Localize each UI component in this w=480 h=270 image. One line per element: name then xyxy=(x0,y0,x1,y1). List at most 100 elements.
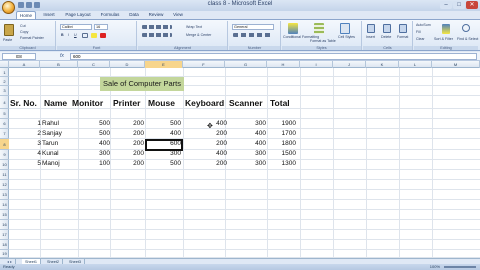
tab-formulas[interactable]: Formulas xyxy=(98,11,122,19)
row-header-12[interactable]: 12 xyxy=(0,180,9,190)
row-header-5[interactable]: 5 xyxy=(0,109,9,119)
column-header-g[interactable]: G xyxy=(225,61,267,68)
cell-name-5[interactable]: Manoj xyxy=(42,160,60,167)
bold-icon[interactable]: B xyxy=(61,33,64,37)
cell-monitor-3[interactable]: 400 xyxy=(80,140,110,147)
insert-cells-icon[interactable] xyxy=(367,24,375,33)
underline-icon[interactable]: U xyxy=(74,33,77,37)
cell-monitor-1[interactable]: 500 xyxy=(80,120,110,127)
office-button[interactable] xyxy=(2,1,15,14)
row-header-14[interactable]: 14 xyxy=(0,200,9,210)
cell-mouse-2[interactable]: 400 xyxy=(151,130,181,137)
borders-icon[interactable] xyxy=(82,33,88,38)
cell-mouse-1[interactable]: 500 xyxy=(151,120,181,127)
cell-keyboard-5[interactable]: 200 xyxy=(197,160,227,167)
row-header-19[interactable]: 19 xyxy=(0,250,9,258)
sort-filter-button[interactable]: Sort & Filter xyxy=(434,37,453,41)
header-scanner[interactable]: Scanner xyxy=(229,98,263,108)
column-header-a[interactable]: A xyxy=(9,61,40,68)
cell-sr-1[interactable]: 1 xyxy=(11,120,41,127)
font-color-icon[interactable] xyxy=(100,33,106,38)
cell-sr-3[interactable]: 3 xyxy=(11,140,41,147)
font-size-combo[interactable]: 16 xyxy=(94,24,108,30)
cell-total-3[interactable]: 1800 xyxy=(266,140,296,147)
column-header-j[interactable]: J xyxy=(333,61,366,68)
cell-monitor-4[interactable]: 300 xyxy=(80,150,110,157)
row-header-6[interactable]: 6 xyxy=(0,119,9,129)
column-header-b[interactable]: B xyxy=(40,61,78,68)
row-header-2[interactable]: 2 xyxy=(0,77,9,86)
cell-scanner-4[interactable]: 300 xyxy=(236,150,266,157)
tab-data[interactable]: Data xyxy=(126,11,142,19)
column-header-h[interactable]: H xyxy=(267,61,300,68)
header-name[interactable]: Name xyxy=(44,98,67,108)
row-header-18[interactable]: 18 xyxy=(0,240,9,250)
cell-scanner-2[interactable]: 400 xyxy=(236,130,266,137)
cell-printer-4[interactable]: 200 xyxy=(114,150,144,157)
paste-icon[interactable] xyxy=(4,24,14,36)
row-header-1[interactable]: 1 xyxy=(0,68,9,77)
column-header-d[interactable]: D xyxy=(110,61,145,68)
number-format-combo[interactable]: General xyxy=(232,24,274,30)
delete-cells-icon[interactable] xyxy=(383,24,391,33)
row-header-11[interactable]: 11 xyxy=(0,170,9,180)
tab-home[interactable]: Home xyxy=(16,11,36,19)
font-name-combo[interactable]: Calibri xyxy=(60,24,92,30)
format-cells-icon[interactable] xyxy=(399,24,407,33)
row-header-16[interactable]: 16 xyxy=(0,220,9,230)
row-header-3[interactable]: 3 xyxy=(0,86,9,96)
cell-printer-2[interactable]: 200 xyxy=(114,130,144,137)
minimize-button[interactable]: – xyxy=(440,1,452,9)
active-cell-e8[interactable] xyxy=(145,139,183,151)
cell-mouse-4[interactable]: 300 xyxy=(151,150,181,157)
header-total[interactable]: Total xyxy=(270,98,290,108)
header-mouse[interactable]: Mouse xyxy=(148,98,175,108)
row-header-8[interactable]: 8 xyxy=(0,139,9,150)
row-header-13[interactable]: 13 xyxy=(0,190,9,200)
zoom-slider[interactable] xyxy=(444,266,476,268)
paste-label[interactable]: Paste xyxy=(3,38,12,42)
cell-styles-icon[interactable] xyxy=(340,23,350,34)
row-header-4[interactable]: 4 xyxy=(0,96,9,109)
format-painter-button[interactable]: Format Painter xyxy=(20,36,44,40)
cell-monitor-5[interactable]: 100 xyxy=(80,160,110,167)
cell-sr-2[interactable]: 2 xyxy=(11,130,41,137)
cell-mouse-5[interactable]: 500 xyxy=(151,160,181,167)
cell-scanner-3[interactable]: 400 xyxy=(236,140,266,147)
tab-insert[interactable]: Insert xyxy=(40,11,58,19)
conditional-formatting-icon[interactable] xyxy=(288,23,298,34)
cell-scanner-5[interactable]: 300 xyxy=(236,160,266,167)
column-header-k[interactable]: K xyxy=(366,61,399,68)
format-as-table-icon[interactable] xyxy=(314,23,324,34)
cell-scanner-1[interactable]: 300 xyxy=(236,120,266,127)
autosum-button[interactable]: AutoSum xyxy=(416,23,431,27)
cell-monitor-2[interactable]: 500 xyxy=(80,130,110,137)
tab-page-layout[interactable]: Page Layout xyxy=(62,11,94,19)
row-header-17[interactable]: 17 xyxy=(0,230,9,240)
italic-icon[interactable]: I xyxy=(68,33,69,37)
cell-total-5[interactable]: 1300 xyxy=(266,160,296,167)
maximize-button[interactable]: □ xyxy=(453,1,465,9)
column-header-m[interactable]: M xyxy=(432,61,480,68)
sort-filter-icon[interactable] xyxy=(442,24,450,34)
tab-view[interactable]: View xyxy=(170,11,186,19)
column-header-f[interactable]: F xyxy=(183,61,225,68)
column-header-i[interactable]: I xyxy=(300,61,333,68)
header-keyboard[interactable]: Keyboard xyxy=(185,98,224,108)
cell-sr-5[interactable]: 5 xyxy=(11,160,41,167)
row-header-9[interactable]: 9 xyxy=(0,150,9,160)
column-header-l[interactable]: L xyxy=(399,61,432,68)
align-horizontal-icon[interactable] xyxy=(142,33,172,37)
sheet-title-cell[interactable]: Sale of Computer Parts xyxy=(100,77,184,91)
find-select-icon[interactable] xyxy=(462,24,470,32)
cell-name-2[interactable]: Sanjay xyxy=(42,130,62,137)
select-all-corner[interactable] xyxy=(0,61,9,68)
tab-review[interactable]: Review xyxy=(146,11,166,19)
cell-printer-1[interactable]: 200 xyxy=(114,120,144,127)
find-select-button[interactable]: Find & Select xyxy=(457,37,478,41)
zoom-level[interactable]: 100% xyxy=(430,264,440,270)
insert-function-icon[interactable]: fx xyxy=(60,53,64,59)
row-header-7[interactable]: 7 xyxy=(0,129,9,139)
cell-name-3[interactable]: Tarun xyxy=(42,140,58,147)
column-header-c[interactable]: C xyxy=(78,61,110,68)
